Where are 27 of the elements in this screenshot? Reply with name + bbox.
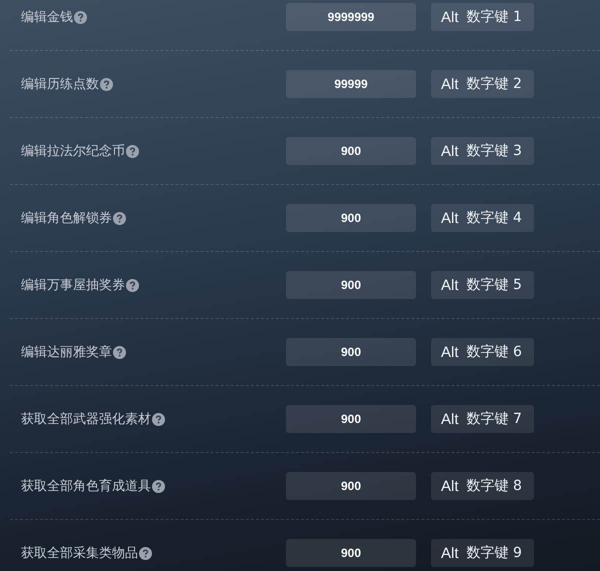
help-icon [126,278,139,292]
option-label: 编辑拉法尔纪念币 [21,143,125,160]
hotkey-button[interactable]: Alt 数字键 6 [431,338,534,366]
help-icon [100,78,113,90]
hotkey-button[interactable]: Alt 数字键 3 [431,137,534,165]
help-icon [74,10,87,24]
option-label: 编辑角色解锁券 [21,210,112,227]
option-label: 编辑万事屋抽奖券 [21,277,125,294]
help-icon [152,480,165,492]
option-label: 编辑历练点数 [21,76,99,93]
help-icon [113,212,126,224]
option-label: 获取全部武器强化素材 [21,411,151,428]
option-label: 编辑金钱 [21,9,73,26]
hotkey-button[interactable]: Alt 数字键 5 [431,271,534,299]
help-icon [139,546,152,560]
hotkey-button[interactable]: Alt 数字键 2 [431,70,534,98]
hotkey-button[interactable]: Alt 数字键 9 [431,539,534,567]
help-icon [113,346,126,358]
hotkey-button[interactable]: Alt 数字键 4 [431,204,534,232]
option-label: 获取全部采集类物品 [21,545,138,562]
help-icon [126,144,139,158]
option-label: 编辑达丽雅奖章 [21,344,112,361]
hotkey-button[interactable]: Alt 数字键 7 [431,405,534,433]
option-label: 获取全部角色育成道具 [21,478,151,495]
help-icon [152,412,165,426]
hotkey-button[interactable]: Alt 数字键 1 [431,3,534,31]
hotkey-button[interactable]: Alt 数字键 8 [431,472,534,500]
